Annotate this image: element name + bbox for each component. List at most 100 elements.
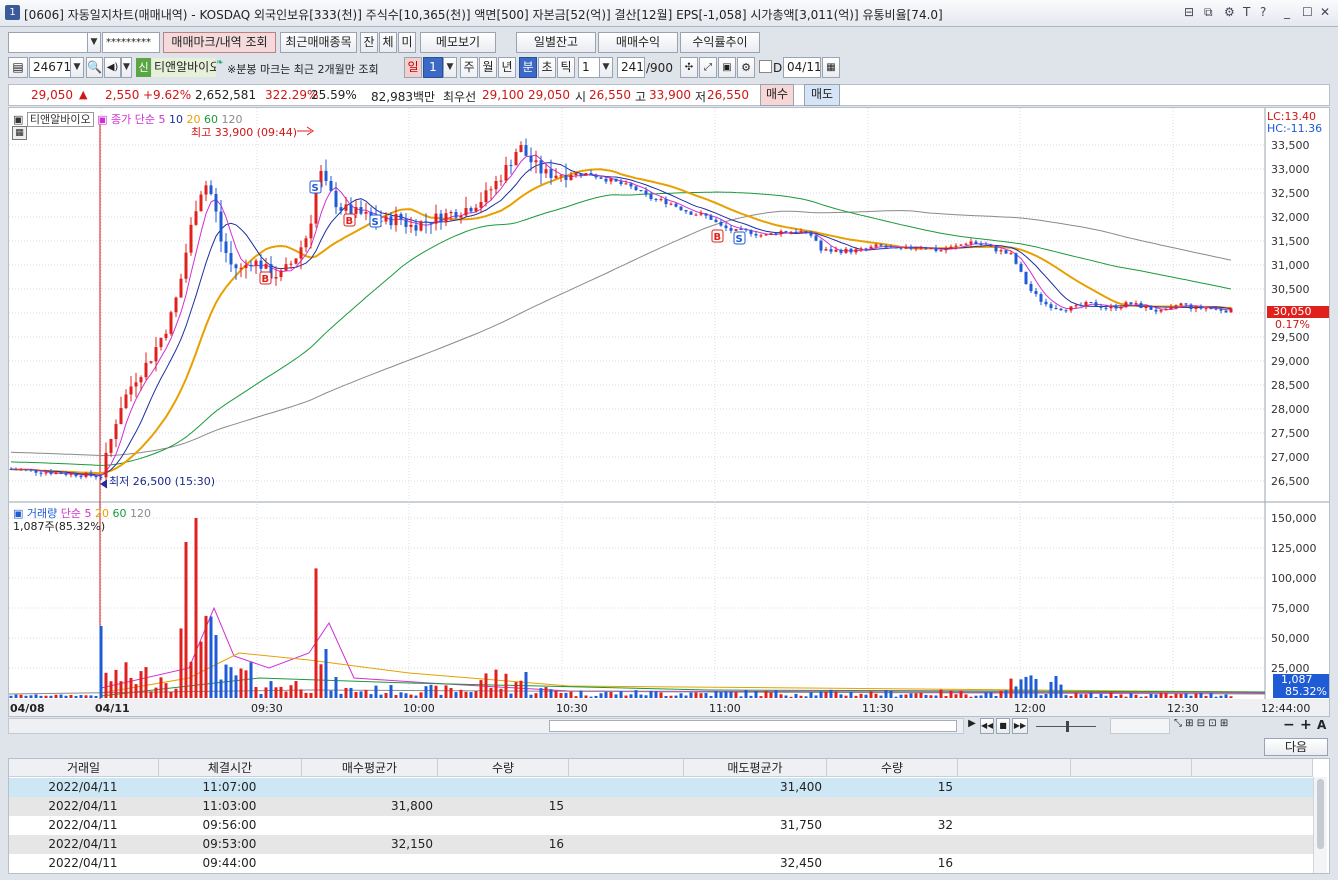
volume-bar — [99, 626, 103, 698]
count-input[interactable]: 241 — [617, 57, 645, 78]
sound-dropdown[interactable]: ▼ — [121, 57, 132, 78]
font-icon[interactable]: T — [1243, 5, 1250, 19]
volume-bar — [149, 691, 153, 698]
search-icon[interactable]: 🔍 — [86, 57, 103, 78]
table-cell: 31,750 — [780, 818, 822, 832]
volume-bar — [104, 672, 108, 698]
help-icon[interactable]: ? — [1260, 5, 1266, 19]
trade-mark-query-button[interactable]: 매매마크/내역 조회 — [163, 32, 276, 53]
close-icon[interactable]: ✕ — [1320, 5, 1330, 19]
date-input[interactable]: 04/11 — [783, 57, 821, 78]
save-icon[interactable]: ▣ — [718, 57, 736, 78]
sell-button[interactable]: 매도 — [804, 84, 840, 106]
trade-profit-button[interactable]: 매매수익 — [598, 32, 678, 53]
volume-bar — [324, 648, 328, 698]
tab-week[interactable]: 주 — [460, 57, 478, 78]
low-label: 저 — [695, 90, 707, 104]
link-icon[interactable]: ⊟ — [1184, 5, 1194, 19]
last-page-icon[interactable]: ▶▶ — [1012, 718, 1028, 734]
interval-dropdown[interactable]: ▼ — [599, 57, 613, 78]
volume-bar — [714, 691, 718, 698]
candle-body — [1164, 309, 1168, 311]
tab-tick[interactable]: 틱 — [557, 57, 575, 78]
settings-icon[interactable]: ⚙ — [1224, 5, 1235, 19]
zoom-slider[interactable] — [1036, 718, 1096, 734]
recent-trades-button[interactable]: 최근매매종목 — [280, 32, 357, 53]
minimize-icon[interactable]: _ — [1284, 5, 1290, 19]
ma20-line — [10, 168, 1232, 475]
stock-code-dropdown[interactable]: ▼ — [70, 57, 84, 78]
next-button[interactable]: 다음 — [1264, 738, 1328, 756]
daily-balance-button[interactable]: 일별잔고 — [516, 32, 596, 53]
gear-icon[interactable]: ⚙ — [737, 57, 755, 78]
return-trend-button[interactable]: 수익률추이 — [680, 32, 760, 53]
table-vertical-scrollbar[interactable] — [1313, 777, 1327, 873]
volume-bar — [859, 693, 863, 698]
period-value[interactable]: 1 — [423, 57, 443, 78]
period-dropdown[interactable]: ▼ — [443, 57, 457, 78]
d-checkbox[interactable] — [759, 60, 772, 73]
volume-bar — [24, 695, 28, 698]
candle-body — [334, 190, 338, 208]
candle-body — [929, 248, 933, 250]
volume-bar — [654, 691, 658, 698]
volume-bar — [319, 664, 323, 698]
volume-bar — [9, 695, 13, 698]
volume-bar — [219, 679, 223, 698]
calendar-icon[interactable]: ▦ — [822, 57, 840, 78]
first-page-icon[interactable]: ◀◀ — [980, 718, 994, 734]
volume-bar — [49, 695, 53, 698]
pin-icon[interactable]: ❧ — [216, 58, 224, 68]
maximize-icon[interactable]: ☐ — [1302, 5, 1313, 19]
scroll-right-icon[interactable]: ▶ — [966, 718, 978, 734]
chart-type-icon[interactable]: ▤ — [8, 57, 28, 78]
scroll-thumb[interactable] — [549, 720, 957, 732]
buy-button[interactable]: 매수 — [760, 84, 794, 106]
candle-body — [1099, 306, 1103, 308]
zoom-track[interactable] — [1110, 718, 1170, 734]
candle-body — [1069, 306, 1073, 311]
candle-body — [809, 231, 813, 236]
period-day-label[interactable]: 일 — [404, 57, 422, 78]
tab-year[interactable]: 년 — [498, 57, 516, 78]
balance-button[interactable]: 잔 — [360, 32, 378, 53]
table-cell — [827, 797, 956, 816]
account-input[interactable] — [8, 32, 88, 53]
table-scroll-thumb[interactable] — [1317, 779, 1324, 849]
tool-icons[interactable]: ⤡ ⊞ ⊟ ⊡ ⊞ — [1174, 718, 1228, 729]
tab-month[interactable]: 월 — [479, 57, 497, 78]
legend-ma-label: 종가 단순 — [111, 113, 156, 126]
table-toggle-icon[interactable]: ▦ — [12, 126, 27, 140]
auto-scale-icon[interactable]: A — [1317, 718, 1326, 732]
account-dropdown[interactable]: ▼ — [87, 32, 101, 53]
filled-button[interactable]: 체 — [379, 32, 397, 53]
candle-body — [299, 247, 303, 259]
interval-input[interactable]: 1 — [578, 57, 600, 78]
stop-icon[interactable]: ■ — [996, 718, 1010, 734]
zoom-out-icon[interactable]: − — [1283, 717, 1295, 733]
password-input[interactable]: ********* — [102, 32, 160, 53]
copy-window-icon[interactable]: ⧉ — [1204, 5, 1213, 20]
crosshair-icon[interactable]: ✣ — [680, 57, 698, 78]
zoom-in-icon[interactable]: + — [1300, 717, 1312, 733]
memo-view-button[interactable]: 메모보기 — [420, 32, 496, 53]
chart-area[interactable]: B S B S B S 33,500 33,000 32,500 32,000 31,500 31,… — [8, 107, 1330, 717]
horizontal-scrollbar[interactable] — [8, 718, 964, 734]
candle-body — [324, 170, 328, 181]
sound-icon[interactable]: ◀) — [104, 57, 121, 78]
volume-bar — [789, 696, 793, 698]
unfilled-button[interactable]: 미 — [398, 32, 416, 53]
volume-bar — [249, 662, 253, 698]
price-volume-chart[interactable]: B S B S B S 33,500 33,000 32,500 32,000 31,500 31,… — [9, 108, 1329, 716]
stock-code-input[interactable]: 246710 — [29, 57, 71, 78]
volume-bar — [364, 689, 368, 698]
zoom-slider-handle[interactable] — [1066, 721, 1069, 732]
candle-body — [44, 472, 48, 474]
candle-body — [14, 469, 18, 471]
tab-second[interactable]: 초 — [538, 57, 556, 78]
change-rate: +9.62% — [143, 88, 192, 102]
tab-minute[interactable]: 분 — [519, 57, 537, 78]
draw-tool-icon[interactable]: ⤢ — [699, 57, 717, 78]
volume-bar — [849, 691, 853, 698]
volume-bar — [694, 692, 698, 698]
